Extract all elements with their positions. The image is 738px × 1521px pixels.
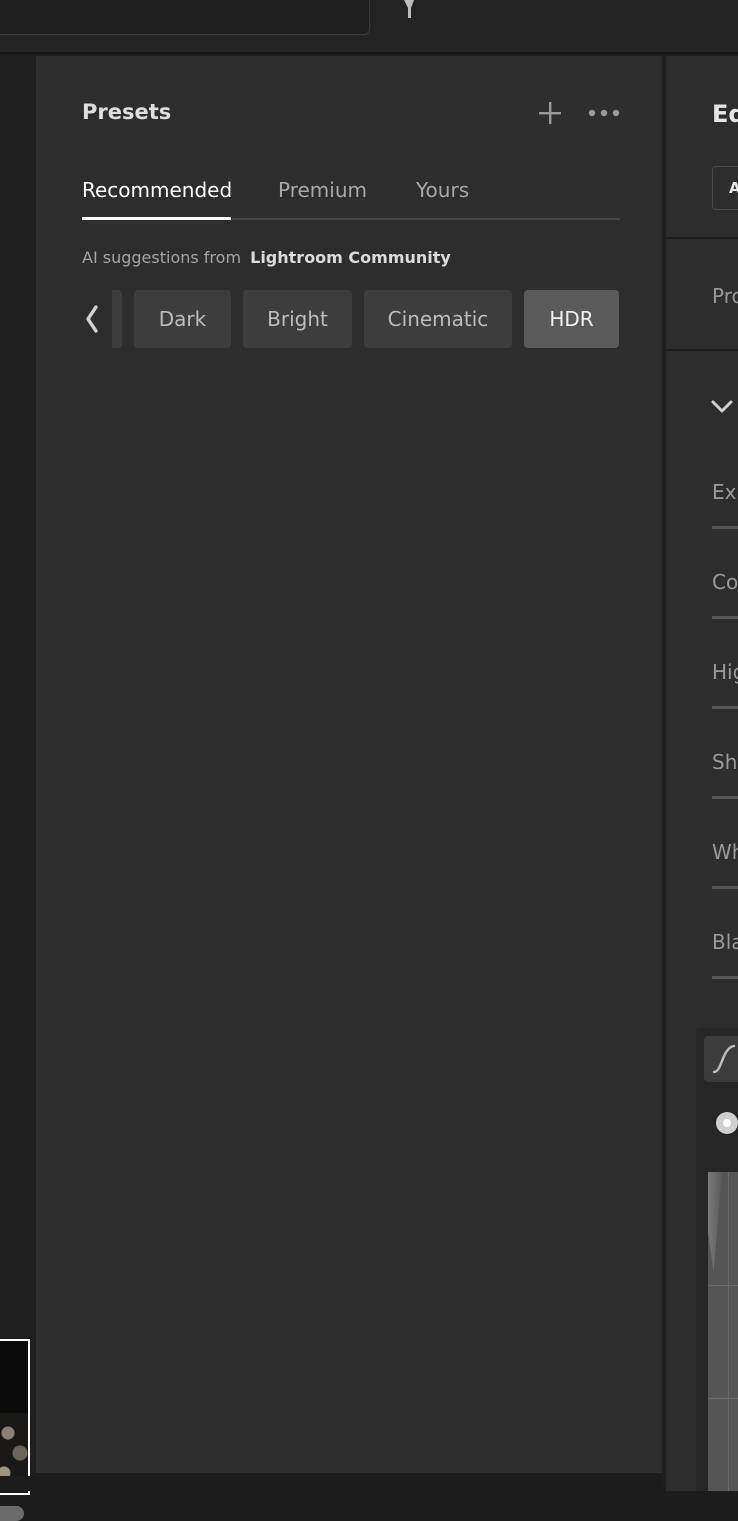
edit-panel: Ed A Pro Exp Co Hig Sha Wh Bla — [666, 56, 738, 1491]
slider-blacks-label: Bla — [712, 930, 738, 954]
search-field[interactable] — [0, 0, 370, 35]
add-preset-icon[interactable] — [538, 101, 562, 125]
top-divider — [0, 52, 738, 54]
panel-title: Presets — [82, 100, 172, 124]
preset-tabs: Recommended Premium Yours — [82, 174, 620, 220]
slider-blacks[interactable] — [712, 976, 738, 979]
chevron-left-icon — [86, 305, 98, 333]
slider-contrast[interactable] — [712, 616, 738, 619]
chip-dark[interactable]: Dark — [134, 290, 231, 348]
ai-note-prefix: AI suggestions from — [82, 248, 242, 267]
profile-label[interactable]: Pro — [712, 284, 738, 308]
slider-highlights-label: Hig — [712, 660, 738, 684]
suggestion-chips: Dark Bright Cinematic HDR — [82, 290, 622, 348]
chip-cinematic[interactable]: Cinematic — [364, 290, 512, 348]
slider-highlights[interactable] — [712, 706, 738, 709]
edit-panel-title: Ed — [712, 100, 738, 128]
edit-divider-2 — [666, 349, 738, 351]
chip-bright[interactable]: Bright — [243, 290, 352, 348]
pin-icon[interactable] — [402, 0, 416, 18]
tab-recommended[interactable]: Recommended — [82, 178, 232, 202]
top-bar — [0, 0, 738, 54]
ai-suggestion-note: AI suggestions from Lightroom Community — [82, 248, 451, 267]
filmstrip — [0, 56, 36, 1521]
presets-panel: Presets Recommended Premium Yours AI sug… — [36, 56, 662, 1473]
auto-button[interactable]: A — [712, 166, 738, 210]
scroll-left-button[interactable] — [82, 290, 122, 348]
ai-note-source: Lightroom Community — [250, 248, 451, 267]
slider-whites-label: Wh — [712, 840, 738, 864]
tab-premium[interactable]: Premium — [278, 178, 367, 202]
tone-curve-graph[interactable] — [708, 1172, 738, 1491]
edit-divider-1 — [666, 237, 738, 239]
tab-yours[interactable]: Yours — [416, 178, 469, 202]
chip-hdr[interactable]: HDR — [524, 290, 619, 348]
channel-selector[interactable] — [716, 1112, 738, 1134]
more-options-icon[interactable] — [586, 102, 622, 124]
active-tab-indicator — [82, 217, 231, 220]
slider-contrast-label: Co — [712, 570, 738, 594]
tone-curve-button[interactable] — [704, 1036, 738, 1082]
slider-whites[interactable] — [712, 886, 738, 889]
tone-curve-icon — [712, 1044, 736, 1074]
chevron-down-icon[interactable] — [710, 396, 734, 416]
photo-thumbnail[interactable] — [0, 1339, 30, 1495]
slider-exposure-label: Exp — [712, 480, 738, 504]
slider-exposure[interactable] — [712, 526, 738, 529]
panel-bottom-divider — [0, 1476, 662, 1491]
filmstrip-scrollbar[interactable] — [0, 1506, 24, 1521]
hidden-chip-edge — [112, 290, 122, 348]
slider-shadows[interactable] — [712, 796, 738, 799]
slider-shadows-label: Sha — [712, 750, 738, 774]
